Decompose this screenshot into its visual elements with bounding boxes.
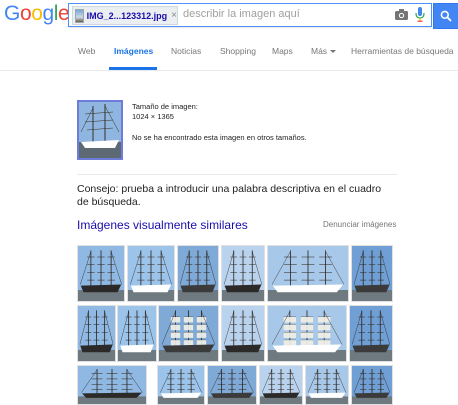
similar-image-thumbnail[interactable] <box>305 365 349 405</box>
similar-image-thumbnail[interactable] <box>221 305 265 362</box>
report-images-link[interactable]: Denunciar imágenes <box>323 220 396 229</box>
similar-image-thumbnail[interactable] <box>117 305 157 362</box>
image-size-info: Tamaño de imagen: 1024 × 1365 <box>132 102 198 122</box>
file-name: IMG_2...123312.jpg <box>86 10 168 21</box>
search-button[interactable] <box>433 3 458 29</box>
divider <box>77 174 397 175</box>
similar-image-thumbnail[interactable] <box>259 365 303 405</box>
tab-maps[interactable]: Maps <box>272 46 293 56</box>
similar-image-thumbnail[interactable] <box>349 305 393 362</box>
tab-noticias[interactable]: Noticias <box>171 46 201 56</box>
query-image-thumbnail[interactable] <box>77 100 123 160</box>
similar-image-thumbnail[interactable] <box>221 245 265 302</box>
search-placeholder: describir la imagen aquí <box>183 8 300 20</box>
similar-image-thumbnail[interactable] <box>207 365 257 405</box>
tab-herramientas[interactable]: Herramientas de búsqueda <box>351 46 454 56</box>
similar-image-thumbnail[interactable] <box>351 365 393 405</box>
similar-image-thumbnail[interactable] <box>158 305 219 362</box>
similar-image-thumbnail[interactable] <box>157 365 205 405</box>
image-size-value: 1024 × 1365 <box>132 112 174 121</box>
similar-image-thumbnail[interactable] <box>77 305 116 362</box>
search-tip: Consejo: prueba a introducir una palabra… <box>77 183 382 208</box>
chevron-down-icon <box>330 50 337 54</box>
tab-mas[interactable]: Más <box>311 46 337 56</box>
search-tabs: Web Imágenes Noticias Shopping Maps Más … <box>0 32 458 71</box>
active-tab-indicator <box>109 67 157 70</box>
not-found-message: No se ha encontrado esta imagen en otros… <box>132 133 307 142</box>
similar-image-thumbnail[interactable] <box>177 245 219 302</box>
similar-image-thumbnail[interactable] <box>267 245 349 302</box>
file-thumbnail <box>75 8 84 23</box>
uploaded-file-chip[interactable]: IMG_2...123312.jpg × <box>72 6 178 25</box>
similar-image-thumbnail[interactable] <box>351 245 393 302</box>
top-bar: Google IMG_2...123312.jpg × describir la… <box>0 0 458 32</box>
camera-icon[interactable] <box>395 9 408 20</box>
similar-image-thumbnail[interactable] <box>267 305 347 362</box>
similar-image-thumbnail[interactable] <box>127 245 175 302</box>
search-input[interactable]: IMG_2...123312.jpg × describir la imagen… <box>68 3 432 27</box>
tab-web[interactable]: Web <box>78 46 95 56</box>
microphone-icon[interactable] <box>415 7 425 22</box>
similar-image-thumbnail[interactable] <box>77 245 125 302</box>
tab-shopping[interactable]: Shopping <box>220 46 256 56</box>
tab-imagenes[interactable]: Imágenes <box>114 46 153 56</box>
similar-image-thumbnail[interactable] <box>77 365 147 405</box>
similar-images-title[interactable]: Imágenes visualmente similares <box>77 218 248 232</box>
close-icon[interactable]: × <box>171 10 177 21</box>
search-icon <box>440 10 452 22</box>
tab-mas-label: Más <box>311 46 328 56</box>
google-logo[interactable]: Google <box>4 2 70 26</box>
image-size-label: Tamaño de imagen: <box>132 102 198 111</box>
